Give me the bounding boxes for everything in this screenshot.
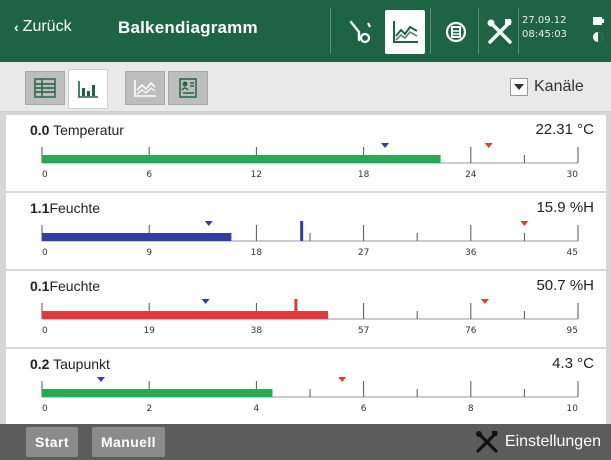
max-marker xyxy=(484,143,493,148)
channels-dropdown[interactable]: Kanäle xyxy=(510,78,584,96)
start-button[interactable]: Start xyxy=(26,427,78,457)
tick-label: 36 xyxy=(465,248,477,258)
channel-panel: 0.2 Taupunkt 4.3 °C 0 2 4 6 8 10 xyxy=(6,349,606,425)
chevron-left-icon: ‹ xyxy=(14,19,19,35)
value-bar xyxy=(42,389,273,397)
dropdown-label: Kanäle xyxy=(534,78,584,95)
tick-label: 95 xyxy=(567,326,578,336)
back-button[interactable]: ‹ Zurück xyxy=(14,18,72,36)
date-text: 27.09.12 xyxy=(522,15,567,26)
tick-label: 8 xyxy=(468,404,474,414)
tick-label: 0 xyxy=(42,170,48,180)
view-toolbar: Kanäle xyxy=(0,62,611,112)
tools-icon xyxy=(475,431,498,453)
tick-label: 4 xyxy=(254,404,260,414)
value-bar xyxy=(42,233,232,241)
bar-gauge: 0 6 12 18 24 30 xyxy=(41,143,579,180)
header-divider xyxy=(518,8,519,54)
tick-label: 6 xyxy=(146,170,152,180)
channel-panel: 1.1Feuchte 15.9 %H 0 9 18 27 36 45 xyxy=(6,193,606,269)
list-view-icon xyxy=(34,78,56,98)
tick-label: 76 xyxy=(465,326,477,336)
settings-button[interactable]: Einstellungen xyxy=(475,428,601,456)
report-view-icon xyxy=(179,78,197,98)
dropdown-arrow-icon xyxy=(510,78,528,96)
min-marker xyxy=(381,143,390,148)
report-view-button[interactable] xyxy=(168,71,208,105)
back-label: Zurück xyxy=(22,18,72,35)
max-marker xyxy=(520,221,529,226)
bar-view-button[interactable] xyxy=(68,69,108,109)
line-view-button[interactable] xyxy=(125,71,165,105)
tick-label: 0 xyxy=(42,404,48,414)
value-needle xyxy=(300,221,304,241)
tick-label: 24 xyxy=(465,170,477,180)
tick-label: 10 xyxy=(567,404,579,414)
sensor-icon[interactable] xyxy=(436,14,476,50)
list-view-button[interactable] xyxy=(25,71,65,105)
header-divider xyxy=(330,8,331,54)
min-marker xyxy=(96,377,105,382)
value-bar xyxy=(42,155,441,163)
tick-label: 18 xyxy=(358,170,370,180)
channel-panel: 0.0 Temperatur 22.31 °C 0 6 12 18 24 30 xyxy=(6,115,606,191)
bar-gauge: 0 19 38 57 76 95 xyxy=(41,299,579,336)
tick-label: 12 xyxy=(251,170,262,180)
bottom-bar: Start Manuell Einstellungen xyxy=(0,424,611,460)
tick-label: 0 xyxy=(42,248,48,258)
tick-label: 0 xyxy=(42,326,48,336)
tools-icon[interactable] xyxy=(480,14,520,50)
tick-label: 9 xyxy=(146,248,152,258)
tick-label: 27 xyxy=(358,248,369,258)
tick-label: 18 xyxy=(251,248,263,258)
value-bar xyxy=(42,311,329,319)
status-icons xyxy=(592,13,606,52)
tick-label: 45 xyxy=(567,248,578,258)
min-marker xyxy=(201,299,210,304)
bar-gauge: 0 9 18 27 36 45 xyxy=(41,221,579,258)
bar-view-icon xyxy=(78,81,98,98)
header-divider xyxy=(478,8,479,54)
page-title: Balkendiagramm xyxy=(118,18,258,37)
line-view-icon xyxy=(134,80,156,97)
tick-label: 19 xyxy=(143,326,155,336)
channel-panel: 0.1Feuchte 50.7 %H 0 19 38 57 76 95 xyxy=(6,271,606,347)
probe-icon[interactable] xyxy=(340,14,380,50)
value-needle xyxy=(294,299,298,319)
tick-label: 6 xyxy=(361,404,367,414)
manual-button[interactable]: Manuell xyxy=(92,427,165,457)
date-time: 27.09.12 08:45:03 xyxy=(522,14,567,42)
header-bar: ‹ Zurück Balkendiagramm 27.09.12 08:45:0… xyxy=(0,0,611,62)
max-marker xyxy=(338,377,347,382)
time-text: 08:45:03 xyxy=(522,29,567,40)
min-marker xyxy=(204,221,213,226)
max-marker xyxy=(480,299,489,304)
tick-label: 30 xyxy=(567,170,579,180)
line-chart-icon[interactable] xyxy=(385,10,425,54)
bar-gauge: 0 2 4 6 8 10 xyxy=(41,377,579,414)
header-divider xyxy=(430,8,431,54)
tick-label: 57 xyxy=(358,326,369,336)
tick-label: 38 xyxy=(251,326,263,336)
tick-label: 2 xyxy=(146,404,152,414)
settings-label: Einstellungen xyxy=(504,433,601,450)
